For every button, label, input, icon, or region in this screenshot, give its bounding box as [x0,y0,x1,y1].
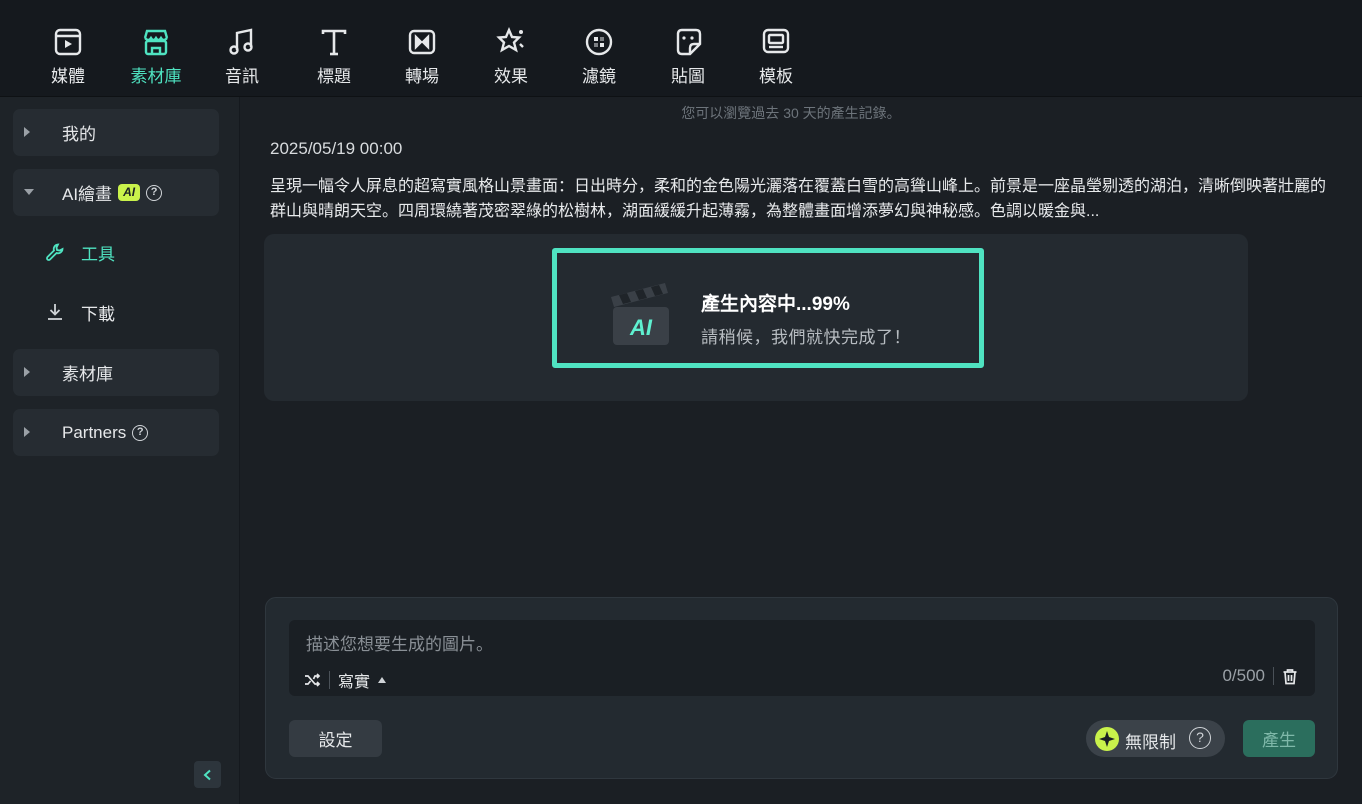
progress-box: AI 產生內容中...99% 請稍候，我們就快完成了！ [552,248,984,368]
filter-icon [585,28,613,56]
progress-subtitle: 請稍候，我們就快完成了！ [701,328,911,347]
char-counter-row: 0/500 [1222,666,1298,686]
sidebar-group-mine-label: 我的 [62,125,96,144]
collapse-sidebar-button[interactable] [194,761,221,788]
sidebar: 我的 AI繪畫 AI ? 工具 下載 素材庫 Partners ? [0,97,240,804]
sparkle-icon [1095,727,1119,751]
caret-down-icon [24,189,34,195]
tab-effects[interactable]: 效果 [475,26,547,88]
unlimited-label: 無限制 [1125,733,1176,752]
chevron-left-icon [203,769,211,780]
unlimited-credits-button[interactable]: 無限制 ? [1086,720,1225,757]
title-icon [321,29,347,56]
caret-right-icon [24,427,30,437]
divider [329,671,330,689]
wrench-icon [46,243,64,261]
tab-stickers[interactable]: 貼圖 [652,26,724,88]
sidebar-group-ai-draw-row: AI繪畫 AI ? [62,180,163,205]
store-icon [143,29,169,56]
tab-media-label: 媒體 [51,67,85,86]
clapper-ai-text: AI [629,315,653,340]
style-selector-label: 寫實 [338,674,371,691]
generation-date: 2025/05/19 00:00 [270,139,403,158]
tab-audio-label: 音訊 [225,67,259,86]
tab-effects-label: 效果 [494,67,528,86]
sidebar-group-ai-draw[interactable]: AI繪畫 AI ? [13,169,219,216]
sidebar-item-download[interactable]: 下載 [45,297,115,327]
caret-right-icon [24,127,30,137]
caret-right-icon [24,367,30,377]
prompt-composer: 寫實 0/500 設定 無限制 ? 產生 [265,597,1338,779]
top-toolbar: 媒體 素材庫 音訊 標題 轉場 效果 濾鏡 貼圖 模板 [0,0,1362,97]
input-tools: 寫實 [303,668,387,692]
caret-up-icon [378,677,387,683]
tab-filters-label: 濾鏡 [582,67,616,86]
sidebar-group-partners-row: Partners ? [62,422,149,443]
effects-icon [496,26,524,53]
tab-media[interactable]: 媒體 [32,26,104,88]
tab-templates[interactable]: 模板 [740,26,812,88]
download-icon [48,304,62,320]
sidebar-group-partners-label: Partners [62,422,127,442]
tab-stickers-label: 貼圖 [671,67,705,86]
char-counter: 0/500 [1222,666,1265,685]
tab-templates-label: 模板 [759,67,793,86]
tab-audio[interactable]: 音訊 [206,26,278,88]
divider [1273,667,1274,685]
sidebar-item-tools[interactable]: 工具 [45,237,115,267]
settings-button[interactable]: 設定 [289,720,382,757]
tab-filters[interactable]: 濾鏡 [563,26,635,88]
media-icon [54,28,82,56]
transition-icon [408,29,436,55]
help-icon[interactable]: ? [132,424,149,441]
sidebar-group-ai-draw-label: AI繪畫 [62,185,113,204]
tab-titles[interactable]: 標題 [298,26,370,88]
tab-library[interactable]: 素材庫 [120,26,192,88]
sidebar-group-mine[interactable]: 我的 [13,109,219,156]
progress-title: 產生內容中...99% [701,294,850,315]
ai-clapperboard-icon: AI [611,283,669,345]
trash-icon[interactable] [1282,668,1298,685]
ai-badge: AI [118,184,141,201]
shuffle-icon[interactable] [303,671,321,689]
main-panel: 您可以瀏覽過去 30 天的產生記錄。 2025/05/19 00:00 呈現一幅… [241,97,1362,804]
result-card: AI 產生內容中...99% 請稍候，我們就快完成了！ [264,234,1248,401]
template-icon [762,28,790,54]
tab-titles-label: 標題 [317,67,351,86]
tab-library-label: 素材庫 [130,67,182,86]
help-icon[interactable]: ? [1189,727,1211,749]
sidebar-group-partners[interactable]: Partners ? [13,409,219,456]
prompt-input-wrap: 寫實 0/500 [289,620,1315,696]
generation-prompt: 呈現一幅令人屏息的超寫實風格山景畫面：日出時分，柔和的金色陽光灑落在覆蓋白雪的高… [270,178,1327,220]
history-hint: 您可以瀏覽過去 30 天的產生記錄。 [681,105,901,121]
sidebar-group-library[interactable]: 素材庫 [13,349,219,396]
generate-button[interactable]: 產生 [1243,720,1315,757]
tab-transitions-label: 轉場 [405,67,439,86]
sidebar-item-download-label: 下載 [81,304,115,324]
sidebar-item-tools-label: 工具 [81,244,115,264]
sticker-icon [676,28,702,56]
help-icon[interactable]: ? [146,184,163,201]
sidebar-group-library-label: 素材庫 [62,365,113,384]
music-icon [229,28,253,55]
tab-transitions[interactable]: 轉場 [386,26,458,88]
style-selector[interactable]: 寫實 [338,668,387,692]
prompt-input[interactable] [306,630,1296,656]
